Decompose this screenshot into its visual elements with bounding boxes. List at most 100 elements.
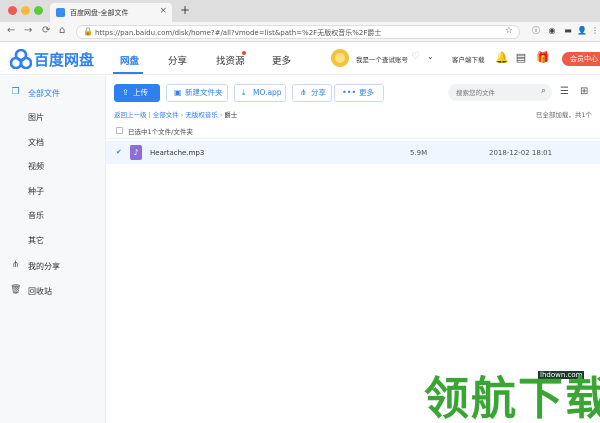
sidebar-item-other[interactable]: 其它 <box>0 229 106 251</box>
share-button-label: 分享 <box>311 88 326 97</box>
browser-tab-bar: 百度网盘-全部文件 × + <box>0 0 600 22</box>
extension-bar-icon[interactable]: ▬ <box>562 25 574 37</box>
selection-count: 已选中1个文件/文件夹 <box>128 128 193 136</box>
bookmark-star-icon[interactable]: ☆ <box>505 26 513 36</box>
download-icon: ⤓ <box>242 88 246 97</box>
sidebar-item-documents[interactable]: 文档 <box>0 131 106 153</box>
reload-icon[interactable]: ⟳ <box>42 25 50 36</box>
share-icon: ⋔ <box>300 88 307 97</box>
breadcrumb-separator: › <box>219 111 223 119</box>
breadcrumb-separator: | <box>148 111 151 119</box>
notification-dot <box>242 51 246 55</box>
username[interactable]: 我是一个查试账号 <box>356 54 408 64</box>
search-box[interactable]: ⌕ <box>448 84 552 101</box>
new-folder-button-label: 新建文件夹 <box>185 88 223 97</box>
tab-close-icon[interactable]: × <box>159 6 167 16</box>
nav-active-indicator <box>113 72 143 74</box>
new-folder-button[interactable]: ▣ 新建文件夹 <box>166 84 228 102</box>
clipboard-icon[interactable]: ▤ <box>514 51 528 65</box>
more-button-label: 更多 <box>359 88 374 97</box>
sidebar-item-my-shares[interactable]: ⋔ 我的分享 <box>0 255 106 277</box>
download-app-button-label: MO.app <box>253 88 282 97</box>
extension-info-icon[interactable]: ⓘ <box>530 25 542 37</box>
minimize-window-button[interactable] <box>21 6 30 15</box>
sidebar-item-label: 其它 <box>28 236 44 245</box>
maximize-window-button[interactable] <box>34 6 43 15</box>
breadcrumb-folder[interactable]: 无版权音乐 <box>185 111 218 119</box>
vip-center-button[interactable]: 会员中心 <box>562 52 600 66</box>
nav-find-resources[interactable]: 找资源 <box>216 53 245 67</box>
search-input[interactable] <box>456 86 536 99</box>
forward-arrow-icon[interactable]: → <box>24 25 32 36</box>
gift-icon[interactable]: 🎁 <box>536 51 550 65</box>
avatar[interactable] <box>331 49 349 67</box>
profile-icon[interactable]: 👤 <box>576 25 588 37</box>
watermark-text: 领航下载 <box>424 372 600 423</box>
file-name[interactable]: Heartache.mp3 <box>150 149 204 157</box>
app-header: 百度网盘 网盘 分享 找资源 更多 我是一个查试账号 ♡ ⌄ 客户端下载 🔔 ▤… <box>0 43 600 75</box>
baidu-pan-favicon-icon <box>56 8 65 17</box>
chevron-down-icon[interactable]: ⌄ <box>427 52 434 61</box>
folder-icon: ❐ <box>11 87 20 97</box>
upload-button[interactable]: ⇪ 上传 <box>114 84 160 102</box>
breadcrumb-back-link[interactable]: 返回上一级 <box>114 111 147 119</box>
extension-icon[interactable]: ◉ <box>546 25 558 37</box>
client-download-link[interactable]: 客户端下载 <box>452 54 485 64</box>
sidebar-item-videos[interactable]: 视频 <box>0 155 106 177</box>
row-checkbox-checked-icon[interactable]: ✔ <box>116 149 123 156</box>
tab-title: 百度网盘-全部文件 <box>70 9 129 17</box>
sidebar-item-label: 音乐 <box>28 211 44 220</box>
baidu-pan-logo-icon[interactable] <box>10 49 32 69</box>
notification-bell-icon[interactable]: 🔔 <box>495 51 509 65</box>
vip-heart-icon: ♡ <box>411 51 420 62</box>
upload-icon: ⇪ <box>122 88 129 97</box>
load-status: 已全部加载，共1个 <box>535 111 592 119</box>
upload-button-label: 上传 <box>133 88 148 97</box>
browser-address-bar: ← → ⟳ ⌂ 🔒 https://pan.baidu.com/disk/hom… <box>0 22 600 42</box>
nav-share[interactable]: 分享 <box>168 53 187 67</box>
file-date: 2018-12-02 18:01 <box>489 149 553 157</box>
table-row[interactable]: ✔ ♪ Heartache.mp3 5.9M 2018-12-02 18:01 <box>106 141 600 164</box>
logo-text[interactable]: 百度网盘 <box>34 49 94 70</box>
breadcrumb-separator: › <box>180 111 184 119</box>
selection-bar: 已选中1个文件/文件夹 <box>106 122 600 139</box>
sidebar-item-images[interactable]: 图片 <box>0 106 106 128</box>
music-file-icon: ♪ <box>130 145 142 160</box>
sidebar-item-label: 种子 <box>28 187 44 196</box>
trash-icon: 🗑 <box>10 285 22 295</box>
nav-more[interactable]: 更多 <box>272 53 291 67</box>
sidebar-item-all-files[interactable]: ❐ 全部文件 <box>0 82 106 104</box>
sidebar-item-label: 回收站 <box>28 287 52 296</box>
sidebar-item-torrents[interactable]: 种子 <box>0 180 106 202</box>
nav-netdisk[interactable]: 网盘 <box>120 53 139 67</box>
home-icon[interactable]: ⌂ <box>59 25 65 36</box>
breadcrumb-current: 爵士 <box>224 111 238 119</box>
close-window-button[interactable] <box>8 6 17 15</box>
grid-view-icon[interactable]: ⊞ <box>580 86 588 97</box>
download-app-button[interactable]: ⤓ MO.app <box>234 84 286 102</box>
more-button[interactable]: ••• 更多 <box>334 84 384 102</box>
sort-icon[interactable]: ☰ <box>560 86 569 97</box>
browser-tab[interactable]: 百度网盘-全部文件 × <box>50 3 172 22</box>
select-all-checkbox[interactable] <box>116 127 123 134</box>
sidebar-item-label: 全部文件 <box>28 89 60 98</box>
sidebar: ❐ 全部文件 图片 文档 视频 种子 音乐 其它 ⋔ 我的分享 🗑 回收站 <box>0 76 106 423</box>
sidebar-item-label: 文档 <box>28 138 44 147</box>
sidebar-item-label: 图片 <box>28 113 44 122</box>
url-text[interactable]: https://pan.baidu.com/disk/home?#/all?vm… <box>95 28 381 38</box>
file-size: 5.9M <box>410 149 428 157</box>
browser-menu-icon[interactable]: ⋮ <box>589 25 600 37</box>
url-field[interactable]: 🔒 https://pan.baidu.com/disk/home?#/all?… <box>76 25 520 39</box>
new-tab-button[interactable]: + <box>180 3 190 17</box>
sidebar-item-music[interactable]: 音乐 <box>0 204 106 226</box>
search-icon[interactable]: ⌕ <box>541 86 546 96</box>
share-button[interactable]: ⋔ 分享 <box>292 84 332 102</box>
lock-icon: 🔒 <box>83 27 93 36</box>
breadcrumb-all-files[interactable]: 全部文件 <box>153 111 179 119</box>
share-icon: ⋔ <box>11 260 20 270</box>
back-arrow-icon[interactable]: ← <box>7 25 15 36</box>
new-folder-icon: ▣ <box>174 88 182 97</box>
sidebar-item-recycle-bin[interactable]: 🗑 回收站 <box>0 280 106 302</box>
breadcrumb: 返回上一级 | 全部文件 › 无版权音乐 › 爵士 <box>114 109 237 119</box>
avatar-face-icon <box>335 53 345 63</box>
